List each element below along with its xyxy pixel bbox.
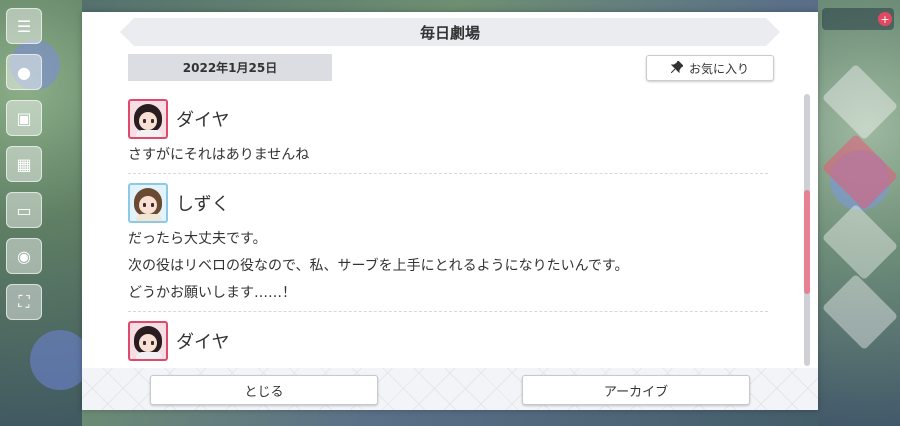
- scrollbar-thumb[interactable]: [804, 190, 810, 294]
- speaker-row: しずく: [128, 180, 768, 226]
- dialog-title: 毎日劇場: [120, 18, 780, 46]
- menu-tile[interactable]: [821, 203, 899, 281]
- menu-tile[interactable]: [821, 63, 899, 141]
- favorite-button[interactable]: お気に入り: [646, 55, 774, 81]
- speaker-name: ダイヤ: [176, 332, 230, 353]
- dialogue-entry: しずく だったら大丈夫です。 次の役はリベロの役なので、私、サーブを上手にとれる…: [128, 180, 768, 312]
- dialogue-line: さすがにそれはありませんね: [128, 147, 310, 163]
- hamburger-menu-icon[interactable]: ☰: [6, 8, 42, 44]
- date-label: 2022年1月25日: [128, 54, 332, 81]
- dialogue-line: 次の役はリベロの役なので、私、サーブを上手にとれるようになりたいんです。: [128, 258, 629, 274]
- archive-button[interactable]: アーカイブ: [522, 375, 750, 405]
- dialogue-entry: ダイヤ さすがにそれはありませんね: [128, 96, 768, 174]
- gift-icon[interactable]: ▦: [6, 146, 42, 182]
- dia-avatar: [128, 321, 168, 361]
- menu-tile[interactable]: [821, 133, 899, 211]
- speaker-row: ダイヤ: [128, 318, 768, 364]
- fullscreen-icon[interactable]: ⛶: [6, 284, 42, 320]
- pushpin-icon: [670, 59, 684, 76]
- speaker-name: しずく: [176, 194, 230, 215]
- right-menu-rail: +: [821, 8, 899, 408]
- chat-icon[interactable]: ●: [6, 54, 42, 90]
- menu-tile[interactable]: [821, 273, 899, 351]
- monitor-icon[interactable]: ▭: [6, 192, 42, 228]
- dia-avatar: [128, 99, 168, 139]
- speaker-name: ダイヤ: [176, 110, 230, 131]
- divider: [128, 311, 768, 312]
- dialogue-content[interactable]: ダイヤ さすがにそれはありませんね しずく だったら大丈夫です。 次の役はリベロ…: [128, 96, 768, 368]
- daily-theater-dialog: 毎日劇場 2022年1月25日 お気に入り ダイヤ さすがにそれはありませんね: [82, 12, 818, 410]
- favorite-label: お気に入り: [688, 61, 749, 76]
- scrollbar[interactable]: [804, 94, 810, 366]
- dialog-footer: とじる アーカイブ: [82, 368, 818, 410]
- shizuku-avatar: [128, 183, 168, 223]
- speaker-row: ダイヤ: [128, 96, 768, 142]
- divider: [128, 173, 768, 174]
- camera-icon[interactable]: ◉: [6, 238, 42, 274]
- present-icon[interactable]: ▣: [6, 100, 42, 136]
- add-currency-icon[interactable]: +: [878, 12, 892, 26]
- close-button[interactable]: とじる: [150, 375, 378, 405]
- left-menu-rail: ☰ ● ▣ ▦ ▭ ◉ ⛶: [4, 8, 44, 388]
- dialogue-entry: ダイヤ: [128, 318, 768, 364]
- dialogue-line: どうかお願いします……！: [128, 285, 296, 301]
- dialogue-line: だったら大丈夫です。: [128, 231, 267, 247]
